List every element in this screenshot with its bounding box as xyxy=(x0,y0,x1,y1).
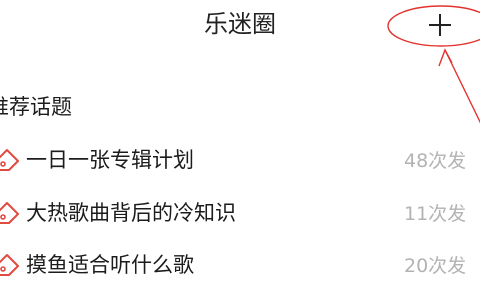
section-title: 推荐话题 xyxy=(0,95,72,119)
topic-item[interactable]: 一日一张专辑计划 48次发 xyxy=(0,140,480,180)
topic-item[interactable]: 大热歌曲背后的冷知识 11次发 xyxy=(0,193,480,233)
topic-item[interactable]: 摸鱼适合听什么歌 20次发 xyxy=(0,245,480,285)
add-button[interactable] xyxy=(424,9,456,41)
topic-name: 摸鱼适合听什么歌 xyxy=(26,253,194,277)
tag-icon xyxy=(0,202,19,224)
topic-count: 11次发 xyxy=(404,203,467,225)
topic-name: 大热歌曲背后的冷知识 xyxy=(26,201,236,225)
annotation-arrowhead xyxy=(438,48,453,67)
topic-count: 20次发 xyxy=(404,255,467,277)
tag-icon xyxy=(0,149,19,171)
plus-icon xyxy=(429,14,451,36)
topic-count: 48次发 xyxy=(404,150,467,172)
topic-name: 一日一张专辑计划 xyxy=(26,148,194,172)
app-screen: 乐迷圈 推荐话题 一日一张专辑计划 48次发 大热歌曲背后的冷知识 11次发 xyxy=(0,0,480,300)
tag-icon xyxy=(0,254,19,276)
annotation-arrow-line xyxy=(445,51,480,124)
page-title: 乐迷圈 xyxy=(204,10,276,38)
